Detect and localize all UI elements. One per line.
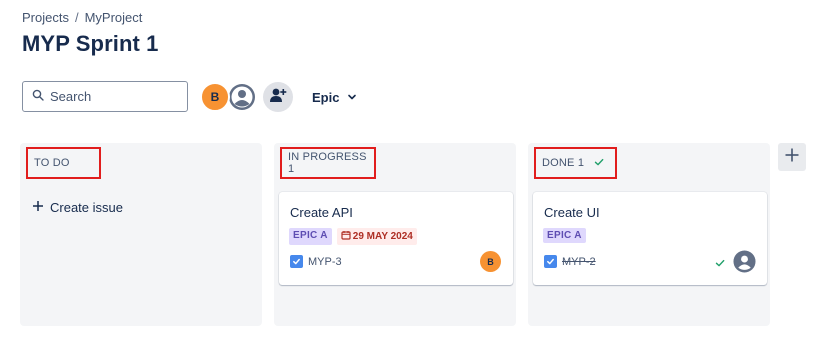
column-title: DONE 1 bbox=[542, 157, 585, 169]
column-header-done: DONE 1 bbox=[534, 147, 617, 179]
create-issue-button[interactable]: Create issue bbox=[32, 200, 123, 215]
breadcrumb-separator: / bbox=[74, 10, 79, 25]
epic-filter-dropdown[interactable]: Epic bbox=[304, 84, 365, 110]
column-header-todo: TO DO bbox=[26, 147, 101, 179]
create-issue-label: Create issue bbox=[50, 200, 123, 215]
user-avatar-icon[interactable] bbox=[733, 250, 756, 273]
board-toolbar: B Epic bbox=[22, 80, 622, 113]
search-box[interactable] bbox=[22, 81, 188, 112]
plus-icon bbox=[784, 147, 800, 168]
page-title: MYP Sprint 1 bbox=[22, 31, 159, 56]
search-icon bbox=[32, 88, 44, 106]
column-title: TO DO bbox=[34, 157, 70, 169]
card-footer: MYP-2 bbox=[544, 255, 596, 268]
search-input[interactable] bbox=[50, 89, 170, 104]
assignee-avatar[interactable]: B bbox=[480, 251, 501, 272]
epic-badge: EPIC A bbox=[543, 228, 586, 243]
avatar-b[interactable]: B bbox=[200, 82, 230, 112]
card-title: Create API bbox=[290, 205, 353, 220]
breadcrumb-projects[interactable]: Projects bbox=[22, 10, 69, 25]
card-footer: MYP-3 bbox=[290, 255, 342, 268]
card-title: Create UI bbox=[544, 205, 600, 220]
breadcrumb: Projects / MyProject bbox=[22, 10, 142, 25]
epic-filter-label: Epic bbox=[312, 89, 340, 105]
column-in-progress: IN PROGRESS 1 Create API EPIC A 29 MAY 2… bbox=[274, 143, 516, 326]
column-todo: TO DO Create issue bbox=[20, 143, 262, 326]
epic-badge: EPIC A bbox=[289, 228, 332, 245]
column-title: IN PROGRESS 1 bbox=[288, 151, 367, 175]
column-header-in-progress: IN PROGRESS 1 bbox=[280, 147, 376, 179]
checkbox-icon bbox=[290, 255, 303, 268]
breadcrumb-project[interactable]: MyProject bbox=[85, 10, 143, 25]
check-icon bbox=[715, 255, 725, 273]
user-avatar-icon[interactable] bbox=[226, 81, 258, 113]
issue-card[interactable]: Create UI EPIC A MYP-2 bbox=[533, 192, 767, 285]
card-tags: EPIC A 29 MAY 2024 bbox=[289, 228, 417, 245]
card-tags: EPIC A bbox=[543, 228, 586, 243]
check-icon bbox=[594, 157, 604, 170]
issue-key[interactable]: MYP-3 bbox=[308, 256, 342, 268]
due-date-text: 29 MAY 2024 bbox=[352, 231, 413, 242]
issue-card[interactable]: Create API EPIC A 29 MAY 2024 MYP-3 B bbox=[279, 192, 513, 285]
due-date-badge: 29 MAY 2024 bbox=[336, 228, 417, 245]
issue-key[interactable]: MYP-2 bbox=[562, 256, 596, 268]
column-done: DONE 1 Create UI EPIC A MYP-2 bbox=[528, 143, 770, 326]
add-people-icon bbox=[269, 87, 287, 108]
calendar-icon bbox=[341, 230, 351, 243]
add-column-button[interactable] bbox=[778, 143, 806, 171]
plus-icon bbox=[32, 200, 44, 215]
add-people-button[interactable] bbox=[263, 82, 293, 112]
checkbox-icon bbox=[544, 255, 557, 268]
chevron-down-icon bbox=[347, 90, 357, 105]
